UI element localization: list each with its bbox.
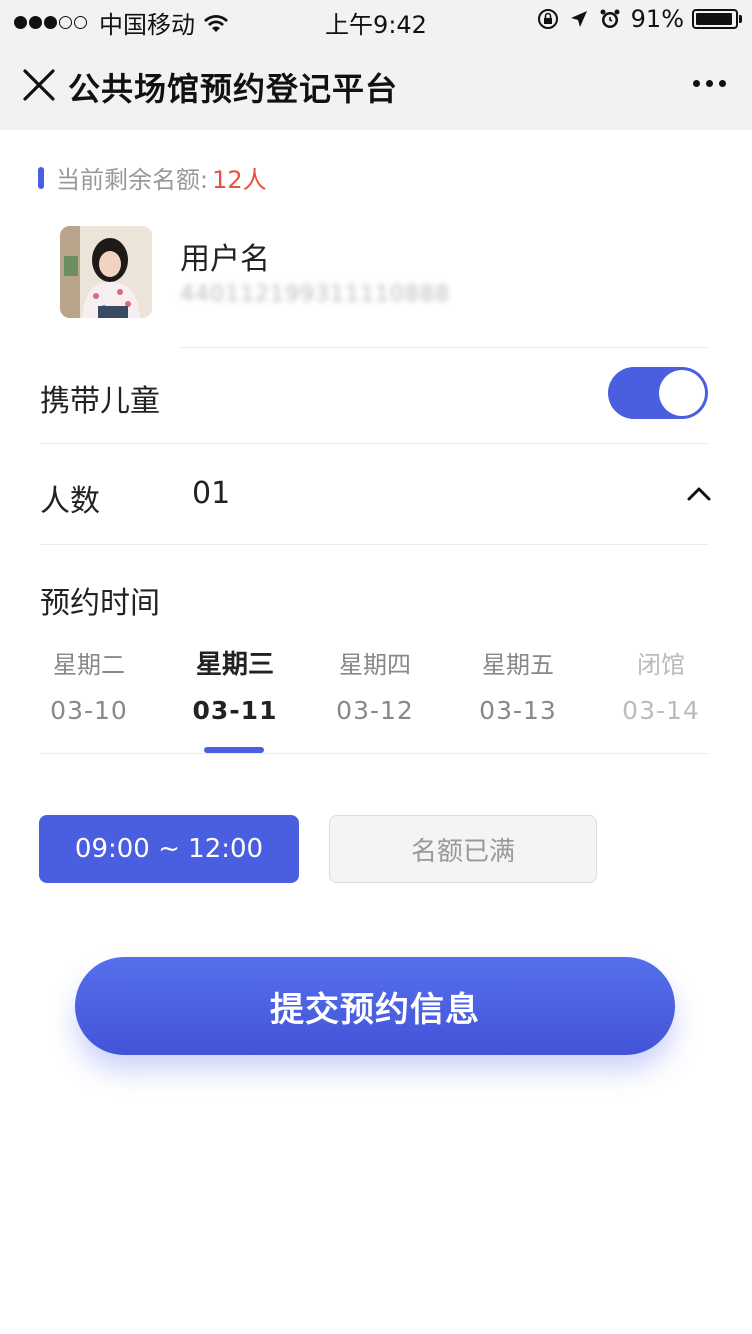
divider (180, 347, 708, 348)
time-slot-full: 名额已满 (329, 815, 597, 883)
carry-children-label: 携带儿童 (40, 384, 160, 419)
signal-strength-icon (14, 16, 89, 29)
day-date: 03-14 (622, 696, 700, 725)
avatar (60, 226, 152, 318)
day-name: 星期二 (53, 651, 125, 679)
divider (40, 753, 708, 754)
chevron-up-icon[interactable] (686, 484, 712, 502)
divider (40, 443, 708, 444)
day-date: 03-12 (336, 696, 414, 725)
rotation-lock-icon (537, 9, 558, 29)
battery-percentage: 91% (630, 5, 684, 33)
time-slot-morning[interactable]: 09:00 ~ 12:00 (39, 815, 299, 883)
status-right: 91% (537, 5, 742, 33)
people-count-label: 人数 (40, 484, 100, 519)
status-left: 中国移动 (14, 5, 229, 40)
carrier-name: 中国移动 (99, 11, 195, 39)
page-title: 公共场馆预约登记平台 (68, 70, 399, 108)
alarm-icon (600, 9, 620, 28)
battery-icon (692, 9, 742, 29)
people-count-value[interactable]: 01 (192, 476, 230, 511)
quota-label: 当前剩余名额: (56, 166, 209, 194)
day-date: 03-13 (479, 696, 557, 725)
reservation-time-label: 预约时间 (40, 586, 160, 621)
day-name: 星期五 (482, 651, 554, 679)
status-bar: 中国移动 上午9:42 91% (0, 0, 752, 40)
more-icon[interactable] (687, 80, 726, 87)
remaining-quota: 当前剩余名额: 12人 (38, 160, 267, 195)
quota-value: 12人 (212, 166, 267, 194)
wifi-icon (204, 14, 228, 32)
user-id-number: 440112199311110888 (180, 282, 450, 307)
nav-bar: 公共场馆预约登记平台 (0, 40, 752, 130)
day-name: 星期四 (339, 651, 411, 679)
quota-accent-bar (38, 166, 44, 189)
location-icon (570, 11, 587, 27)
day-tab-tuesday[interactable]: 星期二 03-10 (34, 648, 144, 725)
toggle-knob (659, 370, 705, 416)
day-date: 03-11 (192, 696, 278, 725)
day-tab-thursday[interactable]: 星期四 03-12 (320, 648, 430, 725)
day-tab-closed: 闭馆 03-14 (606, 648, 716, 725)
avatar-photo (60, 226, 152, 318)
day-tab-wednesday[interactable]: 星期三 03-11 (180, 648, 290, 725)
submit-reservation-button[interactable]: 提交预约信息 (75, 957, 675, 1055)
close-icon[interactable] (22, 68, 56, 102)
divider (40, 544, 708, 545)
day-tab-friday[interactable]: 星期五 03-13 (463, 648, 573, 725)
day-name: 星期三 (195, 650, 274, 680)
carry-children-toggle[interactable] (608, 367, 708, 419)
user-name: 用户名 (180, 242, 270, 277)
day-date: 03-10 (50, 696, 128, 725)
day-name: 闭馆 (637, 651, 685, 679)
